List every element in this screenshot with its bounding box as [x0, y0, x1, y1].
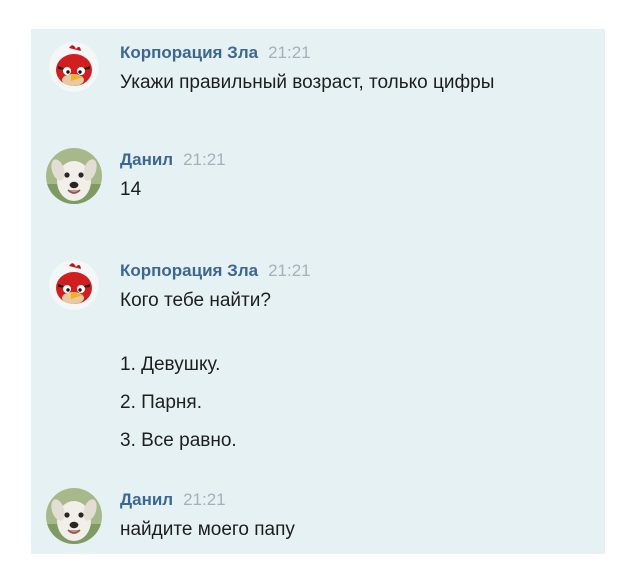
chat-message: Корпорация Зла 21:21 Кого тебе найти? 1. … — [31, 247, 605, 471]
message-time: 21:21 — [268, 43, 311, 62]
avatar[interactable] — [46, 148, 102, 204]
red-angry-bird-icon — [49, 42, 99, 92]
red-angry-bird-icon — [49, 260, 99, 310]
list-item: 2. Парня. — [120, 392, 202, 413]
list-item: 3. Все равно. — [120, 430, 237, 451]
message-text: 14 — [120, 179, 142, 200]
author-name[interactable]: Данил — [120, 490, 173, 509]
avatar[interactable] — [49, 260, 99, 310]
message-text: Кого тебе найти? — [120, 290, 271, 311]
message-time: 21:21 — [268, 261, 311, 280]
white-dog-icon — [46, 148, 102, 204]
author-name[interactable]: Корпорация Зла — [120, 261, 258, 280]
author-name[interactable]: Данил — [120, 150, 173, 169]
white-dog-icon — [46, 488, 102, 544]
list-item: 1. Девушку. — [120, 354, 221, 375]
avatar[interactable] — [46, 488, 102, 544]
message-header: Данил 21:21 — [120, 149, 226, 172]
chat-message: Данил 21:21 14 — [31, 136, 605, 226]
chat-message: Данил 21:21 найдите моего папу — [31, 476, 605, 554]
option-list: 1. Девушку. 2. Парня. 3. Все равно. — [120, 353, 237, 467]
message-text: найдите моего папу — [120, 519, 295, 540]
chat-history: Корпорация Зла 21:21 Укажи правильный воз… — [31, 29, 605, 554]
message-header: Корпорация Зла 21:21 — [120, 42, 311, 65]
message-time: 21:21 — [183, 490, 226, 509]
message-header: Данил 21:21 — [120, 489, 226, 512]
message-header: Корпорация Зла 21:21 — [120, 260, 311, 283]
message-text: Укажи правильный возраст, только цифры — [120, 72, 495, 93]
chat-message: Корпорация Зла 21:21 Укажи правильный воз… — [31, 29, 605, 114]
author-name[interactable]: Корпорация Зла — [120, 43, 258, 62]
message-time: 21:21 — [183, 150, 226, 169]
avatar[interactable] — [49, 42, 99, 92]
